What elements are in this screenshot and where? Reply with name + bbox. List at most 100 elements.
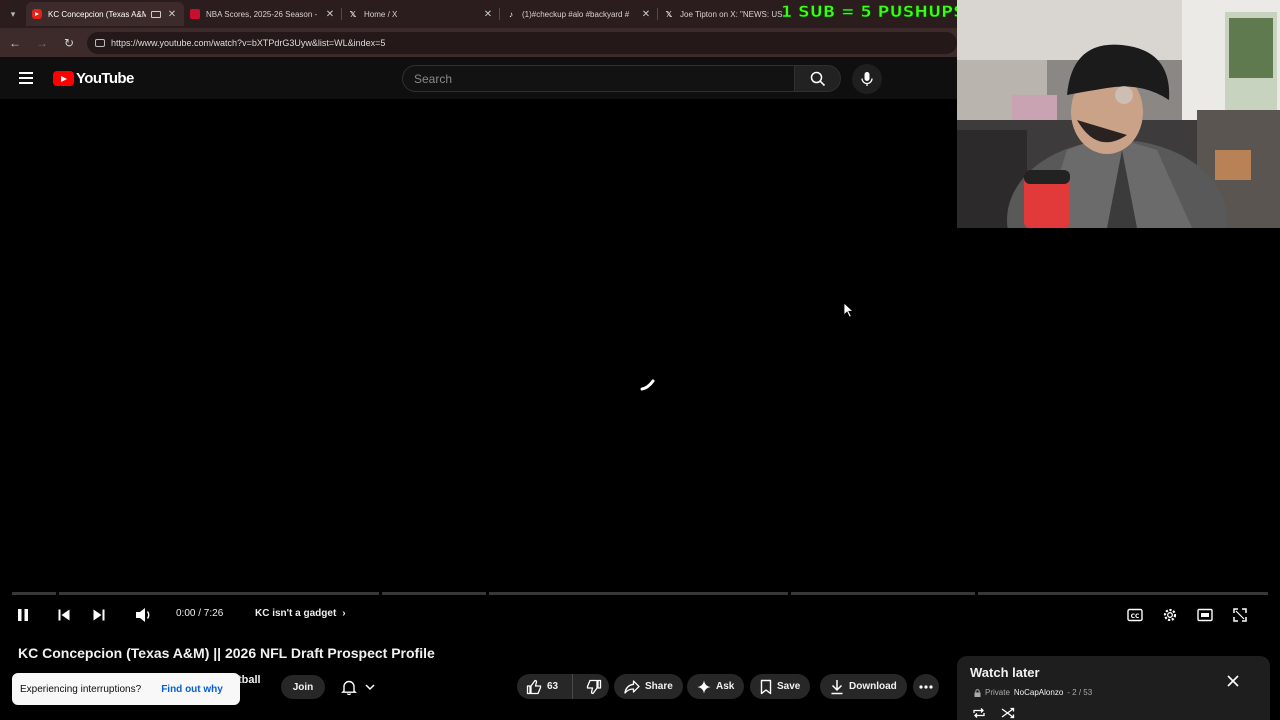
share-button[interactable]: Share [614,674,683,699]
gear-icon [1163,608,1177,622]
tab-title: KC Concepcion (Texas A&M) [48,9,146,19]
thumbs-down-icon [586,679,601,694]
save-button[interactable]: Save [750,674,811,699]
streamer-webcam [957,0,1280,228]
more-actions-button[interactable] [913,674,939,699]
ask-button[interactable]: Ask [687,674,745,699]
pause-icon [18,609,28,621]
site-info-icon[interactable] [95,38,105,47]
download-button[interactable]: Download [820,674,907,699]
nba-favicon-icon [190,9,200,19]
watch-later-panel: Watch later Private NoCapAlonzo - 2 / 53 [957,656,1270,720]
youtube-wordmark: YouTube [76,70,134,87]
sparkle-icon [697,680,711,693]
browser-tab-youtube[interactable]: KC Concepcion (Texas A&M) ✕ [26,2,184,26]
loop-playlist-button[interactable] [971,705,987,720]
shuffle-playlist-button[interactable] [1000,705,1016,720]
search-placeholder: Search [414,71,453,86]
playlist-title[interactable]: Watch later [970,665,1040,680]
x-favicon-icon: 𝕏 [349,9,357,19]
youtube-favicon-icon [32,9,42,19]
tab-media-icon[interactable] [151,10,161,18]
progress-segment [381,592,486,595]
voice-search-button[interactable] [852,64,882,94]
search-button[interactable] [795,65,841,92]
skip-previous-icon [58,609,70,621]
svg-text:CC: CC [1131,613,1140,620]
menu-icon[interactable] [19,72,33,84]
chapter-button[interactable]: KC isn't a gadget › [255,608,346,619]
interruption-toast: Experiencing interruptions? Find out why [12,673,240,705]
find-out-why-link[interactable]: Find out why [161,684,223,695]
notifications-button[interactable] [334,675,382,699]
chevron-down-icon [365,684,375,691]
ask-label: Ask [716,681,735,692]
previous-button[interactable] [52,603,76,627]
tab-close-icon[interactable]: ✕ [324,9,336,20]
youtube-play-logo-icon [53,71,74,86]
browser-tab-x-home[interactable]: 𝕏 Home / X ✕ [342,2,500,26]
tab-close-icon[interactable]: ✕ [640,9,652,20]
theater-mode-button[interactable] [1193,603,1217,627]
close-playlist-button[interactable] [1223,671,1243,691]
playlist-privacy: Private [985,688,1010,697]
url-text: https://www.youtube.com/watch?v=bXTPdrG3… [111,37,386,48]
playlist-owner[interactable]: NoCapAlonzo [1014,688,1063,697]
reload-icon[interactable]: ↻ [57,31,81,55]
download-label: Download [849,681,897,692]
like-button[interactable]: 63 [517,674,573,699]
x-favicon-icon: 𝕏 [665,9,673,19]
closed-captions-icon: CC [1127,608,1143,622]
tab-title: NBA Scores, 2025-26 Season - [206,9,318,19]
time-display: 0:00 / 7:26 [176,608,224,619]
player-controls: 0:00 / 7:26 KC isn't a gadget › CC [0,598,1280,632]
progress-bar[interactable] [12,592,1269,595]
close-icon [1227,675,1239,687]
fullscreen-button[interactable] [1228,603,1252,627]
search-icon [810,71,825,86]
bell-icon [341,680,357,695]
browser-tab-tiktok[interactable]: ♪ (1)#checkup #alo #backyard # ✕ [500,2,658,26]
url-field[interactable]: https://www.youtube.com/watch?v=bXTPdrG3… [87,31,957,54]
dislike-button[interactable] [578,674,609,699]
tab-close-icon[interactable]: ✕ [482,9,494,20]
youtube-masthead: YouTube Search [0,57,958,99]
next-button[interactable] [87,603,111,627]
join-button[interactable]: Join [281,675,325,699]
theater-mode-icon [1197,608,1213,622]
pause-button[interactable] [11,603,35,627]
share-icon [624,679,640,694]
mouse-cursor-icon [843,302,855,318]
volume-button[interactable] [132,603,156,627]
progress-segment [488,592,789,595]
stream-overlay-text: 1 SUB = 5 PUSHUPS [781,2,965,22]
like-dislike-group: 63 [517,674,609,699]
chevron-right-icon: › [342,608,346,619]
forward-arrow-icon[interactable]: → [30,31,54,55]
settings-button[interactable] [1158,603,1182,627]
playlist-position: - 2 / 53 [1067,688,1093,697]
share-label: Share [645,681,673,692]
youtube-logo[interactable]: YouTube [53,70,134,87]
loop-icon [973,708,985,718]
fullscreen-icon [1233,608,1247,622]
tab-close-icon[interactable]: ✕ [166,9,178,20]
tab-title: (1)#checkup #alo #backyard # [522,9,630,19]
channel-name[interactable]: tball [238,674,261,686]
bookmark-icon [760,679,772,694]
more-horizontal-icon [919,684,933,689]
playlist-meta: Private NoCapAlonzo - 2 / 53 [974,688,1092,697]
subtitles-button[interactable]: CC [1123,603,1147,627]
tab-search-dropdown-icon[interactable]: ▾ [0,0,26,28]
download-icon [831,679,843,694]
skip-next-icon [93,609,105,621]
shuffle-icon [1001,707,1015,719]
microphone-icon [861,72,873,86]
tiktok-favicon-icon: ♪ [509,9,513,19]
back-arrow-icon[interactable]: ← [3,31,27,55]
chapter-title: KC isn't a gadget [255,608,337,619]
search-input[interactable]: Search [402,65,795,92]
tab-title: Home / X [364,9,398,19]
progress-segment [12,592,56,595]
browser-tab-nba[interactable]: NBA Scores, 2025-26 Season - ✕ [184,2,342,26]
